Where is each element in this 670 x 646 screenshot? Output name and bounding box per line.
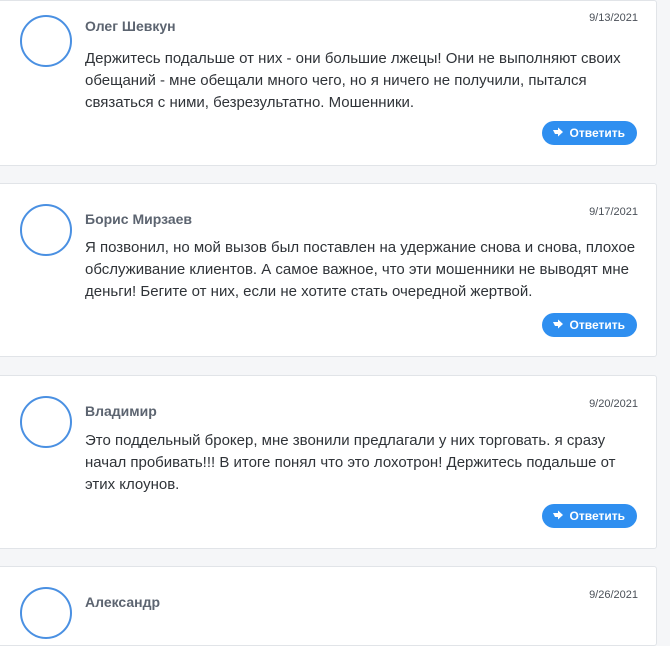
reply-arrow-icon — [552, 319, 566, 331]
comment-card: Александр 9/26/2021 — [0, 566, 657, 646]
comment-date: 9/20/2021 — [589, 398, 638, 410]
avatar — [20, 587, 72, 639]
reply-label: Ответить — [569, 318, 625, 332]
comment-card: Владимир 9/20/2021 Это поддельный брокер… — [0, 375, 657, 549]
comment-date: 9/13/2021 — [589, 12, 638, 24]
reply-label: Ответить — [569, 509, 625, 523]
comment-card: Олег Шевкун 9/13/2021 Держитесь подальше… — [0, 0, 657, 166]
comment-author: Владимир — [85, 403, 157, 419]
avatar — [20, 15, 72, 67]
comment-card: Борис Мирзаев 9/17/2021 Я позвонил, но м… — [0, 183, 657, 357]
reply-arrow-icon — [552, 127, 566, 139]
avatar — [20, 396, 72, 448]
comment-date: 9/26/2021 — [589, 589, 638, 601]
comment-text: Это поддельный брокер, мне звонили предл… — [85, 432, 616, 493]
reply-arrow-icon — [552, 510, 566, 522]
comment-author: Александр — [85, 594, 161, 610]
reply-button[interactable]: Ответить — [541, 121, 637, 145]
avatar — [20, 204, 72, 256]
comment-text: Я позвонил, но мой вызов был поставлен н… — [85, 239, 636, 300]
reply-button[interactable]: Ответить — [541, 504, 637, 528]
reply-label: Ответить — [569, 126, 625, 140]
comment-author: Борис Мирзаев — [85, 211, 193, 227]
comment-date: 9/17/2021 — [589, 206, 638, 218]
comment-text: Держитесь подальше от них - они большие … — [85, 50, 621, 111]
reply-button[interactable]: Ответить — [541, 313, 637, 337]
comment-author: Олег Шевкун — [85, 18, 176, 34]
